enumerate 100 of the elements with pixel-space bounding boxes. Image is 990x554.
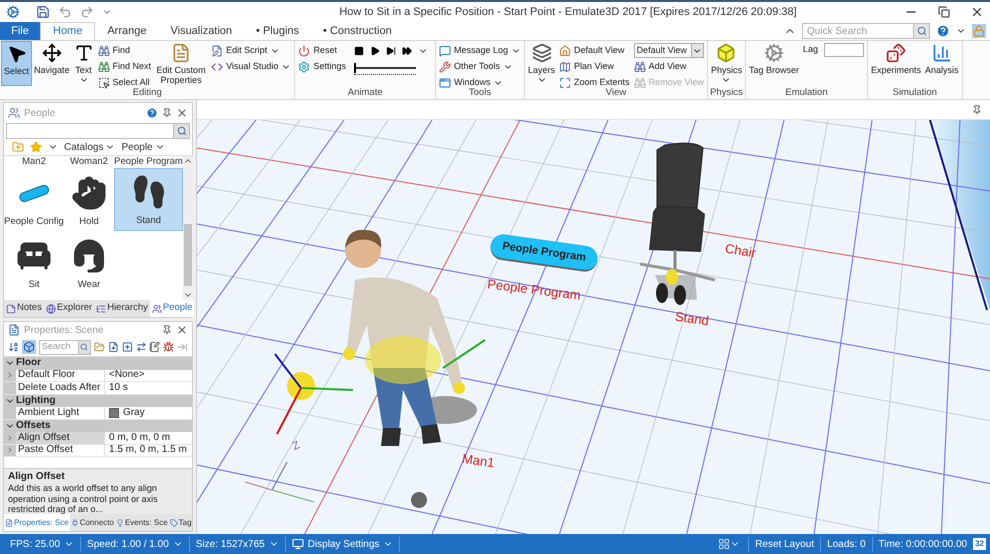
layout-icon[interactable] — [718, 538, 730, 550]
expand-caret-icon[interactable] — [6, 371, 14, 380]
view-dropdown[interactable]: Default View — [634, 43, 704, 58]
search-button[interactable] — [174, 123, 190, 139]
ribbon-tab[interactable]: File — [0, 22, 40, 40]
save-icon[interactable] — [36, 5, 50, 19]
catalog-item[interactable]: People Program — [114, 156, 183, 168]
catalog-item[interactable]: Stand — [114, 168, 183, 231]
ribbon-button[interactable]: Physics — [708, 41, 744, 86]
ribbon-button[interactable]: Tag Browser — [746, 41, 801, 86]
ribbon-tab[interactable]: • Construction — [311, 22, 404, 40]
property-name[interactable]: Delete Loads After — [16, 382, 104, 394]
ribbon-tab[interactable]: Home — [40, 22, 96, 40]
close-icon[interactable] — [970, 5, 984, 19]
ribbon-button[interactable]: Edit Custom Properties — [153, 41, 210, 86]
ribbon-tab[interactable]: Visualization — [158, 22, 244, 40]
quick-search-field[interactable]: Quick Search — [802, 23, 914, 39]
fast-forward-icon[interactable] — [402, 46, 412, 56]
cube-icon — [22, 341, 35, 353]
status-dropdown[interactable]: Speed: 1.00 / 1.00 — [81, 536, 190, 552]
scrollbar[interactable] — [183, 156, 193, 300]
status-dropdown[interactable]: Display Settings — [286, 536, 400, 552]
catalog-item[interactable]: People Config — [4, 168, 64, 231]
ribbon-button[interactable]: Navigate — [32, 41, 72, 86]
panel-tab[interactable]: Connecto — [70, 514, 115, 531]
close-icon[interactable] — [176, 107, 188, 119]
sort-icon[interactable] — [8, 341, 19, 353]
property-category[interactable]: Floor — [4, 357, 192, 370]
ribbon-button[interactable]: Select — [1, 41, 32, 86]
ribbon-button[interactable]: Message Log — [438, 43, 522, 58]
export-icon[interactable] — [108, 341, 119, 353]
property-search-field[interactable]: Search — [38, 340, 79, 354]
category-view-button[interactable] — [22, 340, 36, 354]
pin-icon[interactable] — [162, 108, 172, 118]
add-icon[interactable] — [122, 341, 132, 353]
search-button[interactable] — [914, 23, 930, 39]
catalog-dropdown[interactable]: People — [121, 140, 165, 154]
help-icon[interactable] — [146, 107, 158, 119]
ribbon-button[interactable]: Find Next — [98, 59, 152, 74]
pin-icon[interactable] — [162, 325, 172, 335]
status-dropdown[interactable]: Size: 1527x765 — [190, 536, 286, 552]
status-text[interactable]: Reset Layout — [748, 536, 820, 552]
redo-icon[interactable] — [80, 5, 94, 19]
star-icon[interactable] — [30, 141, 42, 153]
scroll-thumb[interactable] — [184, 224, 192, 286]
help-icon[interactable] — [936, 24, 950, 38]
ribbon-button[interactable]: Default View — [559, 43, 630, 58]
panel-tab[interactable]: Notes — [4, 300, 44, 317]
ribbon-button[interactable]: Find — [98, 43, 152, 58]
panel-tab[interactable]: Properties: Sce — [4, 514, 70, 531]
ribbon-tab[interactable]: Arrange — [95, 22, 158, 40]
folder-icon[interactable] — [94, 341, 105, 353]
catalog-search-field[interactable] — [6, 123, 174, 139]
ribbon-tab[interactable]: • Plugins — [244, 22, 312, 40]
property-name[interactable]: Default Floor — [16, 370, 104, 381]
slider-thumb[interactable] — [354, 63, 356, 73]
play-icon[interactable] — [370, 46, 380, 56]
align-icon[interactable] — [136, 341, 146, 353]
panel-tab[interactable]: Events: Sce — [114, 514, 169, 531]
property-name[interactable]: Paste Offset — [16, 444, 104, 456]
panel-tab[interactable]: Tag — [168, 514, 192, 531]
3d-viewport[interactable]: People Program People Program Chair Stand Man1 Z — [197, 120, 990, 534]
ribbon-button[interactable]: Settings — [298, 59, 346, 74]
catalog-item[interactable]: Hold — [64, 168, 114, 231]
ribbon-button[interactable]: Plan View — [559, 59, 630, 74]
ribbon-button[interactable]: Text — [72, 41, 96, 86]
catalog-item[interactable]: Sit — [4, 231, 64, 294]
property-name[interactable]: Ambient Light — [16, 407, 104, 418]
property-name[interactable]: Align Offset — [16, 432, 104, 444]
notebook-icon[interactable] — [149, 341, 160, 353]
ribbon-button[interactable]: Other Tools — [438, 59, 522, 74]
bug-icon[interactable] — [163, 341, 174, 353]
ribbon-button[interactable]: Add View — [634, 59, 704, 74]
ribbon-button[interactable]: Visual Studio — [211, 59, 292, 74]
panel-tab[interactable]: Hierarchy — [94, 300, 150, 317]
status-dropdown[interactable]: FPS: 25.00 — [4, 536, 82, 552]
catalog-item[interactable]: Man2 — [4, 156, 64, 168]
restore-icon[interactable] — [938, 6, 950, 18]
catalog-dropdown[interactable]: Catalogs — [64, 140, 116, 154]
catalog-item[interactable]: Wear — [64, 231, 114, 294]
close-icon[interactable] — [176, 324, 188, 336]
ribbon-button[interactable]: Reset — [298, 43, 346, 58]
speed-slider[interactable] — [354, 63, 416, 75]
ribbon-button[interactable]: Analysis — [923, 41, 961, 86]
search-button[interactable] — [78, 340, 91, 354]
lag-field[interactable] — [824, 43, 864, 57]
step-icon[interactable] — [386, 46, 396, 56]
ribbon-button[interactable]: Layers — [526, 41, 558, 86]
property-category[interactable]: Offsets — [4, 420, 192, 432]
house-icon — [559, 44, 572, 56]
catalog-item[interactable]: Woman2 — [64, 156, 114, 168]
panel-tab[interactable]: Explorer — [44, 300, 94, 317]
stop-icon[interactable] — [354, 46, 364, 56]
ribbon-button[interactable]: Experiments — [869, 41, 924, 86]
pin-icon[interactable] — [972, 104, 982, 114]
ribbon-group-label: Tools — [468, 87, 492, 99]
undo-icon[interactable] — [58, 5, 72, 19]
ribbon-button[interactable]: Edit Script — [211, 43, 292, 58]
panel-tab[interactable]: People — [150, 300, 194, 317]
property-category[interactable]: Lighting — [4, 394, 192, 407]
